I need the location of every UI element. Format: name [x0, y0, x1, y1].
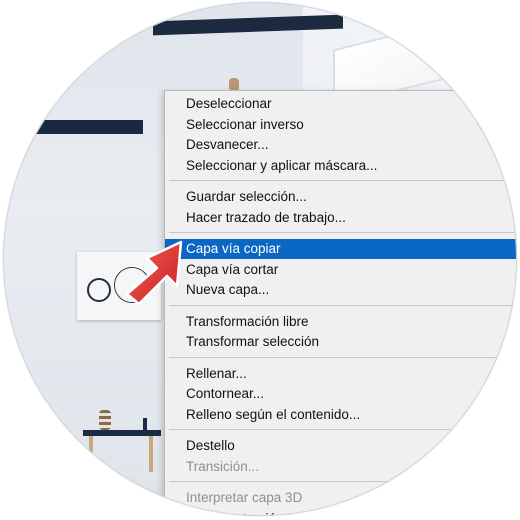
menu-item-nueva-extrusion-3d-a-p[interactable]: Nueva extrusión 3D a p — [165, 509, 517, 517]
photo-vase — [99, 410, 111, 430]
photo-floor — [3, 472, 163, 516]
magnifier-lens: Deseleccionar Seleccionar inverso Desvanec… — [3, 2, 517, 516]
menu-separator — [169, 232, 517, 233]
menu-item-seleccionar-y-aplicar-mascara[interactable]: Seleccionar y aplicar máscara... — [165, 156, 517, 176]
art-ring-small — [87, 278, 111, 302]
edit-context-menu: Deseleccionar Seleccionar inverso Desvanec… — [164, 90, 517, 516]
photo-ceiling-strip — [3, 120, 143, 134]
menu-item-hacer-trazado-de-trabajo[interactable]: Hacer trazado de trabajo... — [165, 208, 517, 228]
menu-item-destello[interactable]: Destello — [165, 436, 517, 456]
menu-item-relleno-segun-el-contenido[interactable]: Relleno según el contenido... — [165, 405, 517, 425]
menu-item-deseleccionar[interactable]: Deseleccionar — [165, 94, 517, 114]
menu-item-seleccionar-inverso[interactable]: Seleccionar inverso — [165, 115, 517, 135]
menu-item-nueva-capa[interactable]: Nueva capa... — [165, 280, 517, 300]
menu-separator — [169, 481, 517, 482]
menu-item-interpretar-capa-3d: Interpretar capa 3D — [186, 490, 303, 505]
menu-separator — [169, 356, 517, 358]
screenshot-canvas: Deseleccionar Seleccionar inverso Desvanec… — [0, 0, 520, 520]
menu-separator — [169, 429, 517, 430]
menu-item-guardar-seleccion[interactable]: Guardar selección... — [165, 187, 517, 207]
menu-item-rellenar[interactable]: Rellenar... — [165, 364, 517, 384]
menu-item-desvanecer[interactable]: Desvanecer... — [165, 135, 517, 155]
menu-separator — [169, 304, 517, 306]
menu-item-contornear[interactable]: Contornear... — [165, 384, 517, 404]
menu-item-transformacion-libre[interactable]: Transformación libre — [165, 312, 517, 332]
menu-item-capa-via-copiar[interactable]: Capa vía copiar — [165, 239, 517, 259]
menu-item-transformar-seleccion[interactable]: Transformar selección — [165, 332, 517, 352]
photo-lamp — [229, 78, 239, 90]
red-arrow-icon — [125, 240, 183, 306]
menu-item-transicion: Transición... — [186, 458, 260, 474]
menu-item-capa-via-cortar[interactable]: Capa vía cortar — [165, 260, 517, 280]
menu-separator — [169, 180, 517, 181]
